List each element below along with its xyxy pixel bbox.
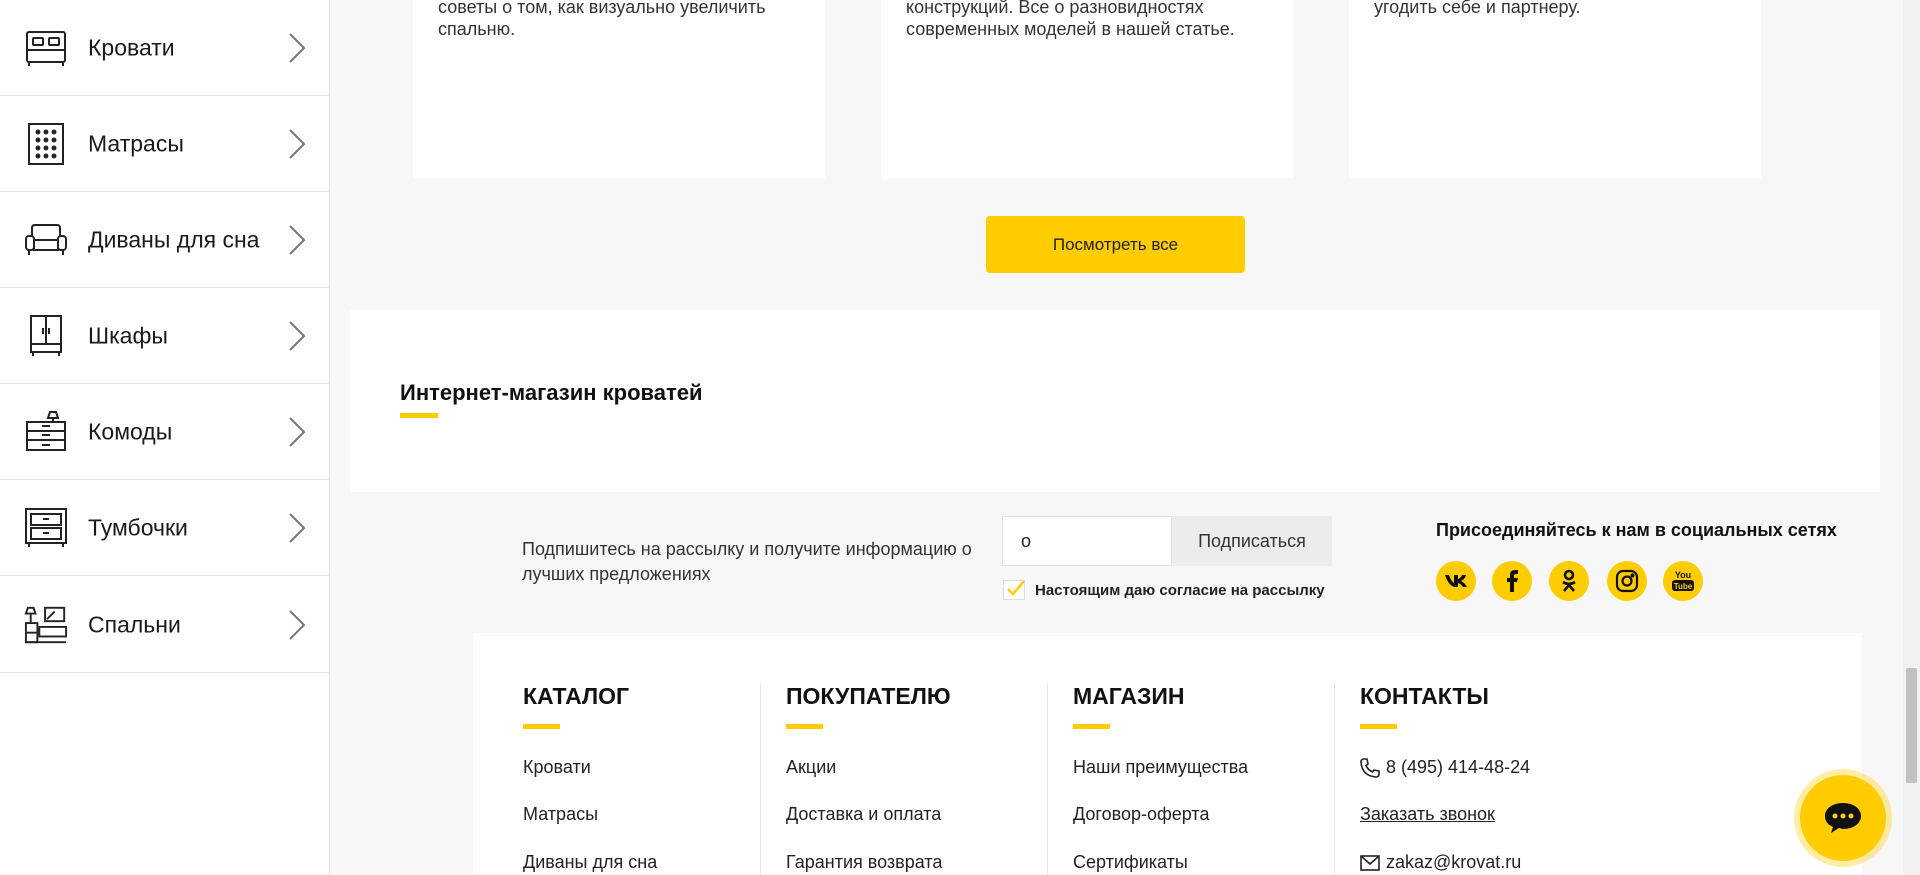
scrollbar-thumb[interactable] — [1906, 668, 1917, 783]
footer-catalog-title: КАТАЛОГ — [523, 683, 630, 709]
view-all-button[interactable]: Посмотреть все — [986, 216, 1245, 273]
consent-checkbox-row[interactable]: Настоящим даю согласие на рассылку — [1003, 580, 1325, 600]
chevron-right-icon — [289, 224, 306, 255]
vk-icon[interactable] — [1436, 561, 1476, 601]
mattress-icon — [24, 122, 68, 166]
facebook-icon[interactable] — [1492, 561, 1532, 601]
article-card[interactable]: угодить себе и партнеру. — [1349, 0, 1761, 178]
title-underline — [786, 724, 823, 729]
sidebar-item-nightstands[interactable]: Тумбочки — [0, 480, 329, 576]
sidebar-item-mattresses[interactable]: Матрасы — [0, 96, 329, 192]
sidebar-item-label: Тумбочки — [88, 514, 188, 540]
footer-link[interactable]: Договор-оферта — [1073, 804, 1209, 825]
subscribe-text: Подпишитесь на рассылку и получите инфор… — [522, 539, 972, 584]
chevron-right-icon — [289, 320, 306, 351]
bed-icon — [24, 26, 68, 70]
article-card[interactable]: советы о том, как визуально увеличить сп… — [413, 0, 825, 178]
callback-link[interactable]: Заказать звонок — [1360, 804, 1495, 825]
consent-checkbox[interactable] — [1003, 580, 1025, 600]
article-text: современных моделей в нашей статье. — [906, 19, 1235, 39]
footer-buyer-title: ПОКУПАТЕЛЮ — [786, 683, 951, 709]
svg-text:Tube: Tube — [1674, 582, 1693, 591]
footer-link[interactable]: Сертификаты — [1073, 852, 1188, 873]
phone-icon — [1360, 757, 1380, 778]
page-scrollbar[interactable] — [1903, 0, 1920, 875]
footer-link[interactable]: Акции — [786, 757, 836, 778]
odnoklassniki-icon[interactable] — [1549, 561, 1589, 601]
sidebar-item-label: Комоды — [88, 418, 173, 444]
chevron-right-icon — [289, 128, 306, 159]
footer-link[interactable]: Гарантия возврата — [786, 852, 942, 873]
chevron-right-icon — [289, 512, 306, 543]
title-underline — [523, 724, 560, 729]
phone-number: 8 (495) 414-48-24 — [1386, 757, 1531, 777]
footer-link[interactable]: Наши преимущества — [1073, 757, 1248, 778]
sidebar-item-bedrooms[interactable]: Спальни — [0, 577, 329, 673]
footer-divider — [1047, 683, 1048, 875]
footer: КАТАЛОГ Кровати Матрасы Диваны для сна П… — [473, 633, 1862, 875]
footer-link[interactable]: Доставка и оплата — [786, 804, 941, 825]
chevron-right-icon — [289, 416, 306, 447]
email-input[interactable] — [1002, 516, 1172, 566]
phone-row[interactable]: 8 (495) 414-48-24 — [1360, 757, 1530, 778]
footer-shop-title: МАГАЗИН — [1073, 683, 1185, 709]
footer-contacts-title: КОНТАКТЫ — [1360, 683, 1489, 709]
footer-link[interactable]: Диваны для сна — [523, 852, 657, 873]
article-card[interactable]: конструкций. Все о разновидностях соврем… — [881, 0, 1293, 178]
sidebar-item-label: Спальни — [88, 611, 181, 637]
sidebar-catalog: Кровати Матрасы Диваны для сна Шкафы Ком… — [0, 0, 330, 875]
footer-divider — [760, 683, 761, 875]
footer-link[interactable]: Матрасы — [523, 804, 598, 825]
bedroom-icon — [24, 603, 68, 647]
mail-icon — [1360, 854, 1380, 871]
shop-section: Интернет-магазин кроватей — [350, 310, 1880, 492]
svg-text:You: You — [1675, 570, 1691, 580]
chevron-right-icon — [289, 609, 306, 640]
sidebar-item-dressers[interactable]: Комоды — [0, 384, 329, 480]
consent-label: Настоящим даю согласие на рассылку — [1035, 581, 1325, 599]
instagram-icon[interactable] — [1607, 561, 1647, 601]
article-text: угодить себе и партнеру. — [1374, 0, 1581, 17]
sidebar-item-label: Кровати — [88, 34, 175, 60]
social-title: Присоединяйтесь к нам в социальных сетях — [1436, 520, 1837, 540]
footer-link[interactable]: Кровати — [523, 757, 591, 778]
email-address: zakaz@krovat.ru — [1386, 852, 1522, 872]
sidebar-item-wardrobes[interactable]: Шкафы — [0, 288, 329, 384]
sidebar-item-sofas[interactable]: Диваны для сна — [0, 192, 329, 288]
chevron-right-icon — [289, 32, 306, 63]
article-text: спальню. — [438, 19, 516, 39]
article-text: советы о том, как визуально увеличить — [438, 0, 766, 17]
sidebar-item-beds[interactable]: Кровати — [0, 0, 329, 96]
email-row[interactable]: zakaz@krovat.ru — [1360, 852, 1521, 873]
subscribe-button[interactable]: Подписаться — [1172, 516, 1332, 566]
chat-button[interactable] — [1800, 775, 1886, 861]
sidebar-item-label: Матрасы — [88, 130, 184, 156]
title-underline — [400, 413, 438, 418]
nightstand-icon — [24, 506, 68, 550]
title-underline — [1073, 724, 1110, 729]
title-underline — [1360, 724, 1397, 729]
article-text: конструкций. Все о разновидностях — [906, 0, 1204, 17]
check-icon — [1007, 580, 1025, 596]
wardrobe-icon — [24, 314, 68, 358]
chat-icon — [1825, 803, 1861, 833]
section-title: Интернет-магазин кроватей — [400, 380, 703, 405]
sofa-icon — [24, 218, 68, 262]
footer-divider — [1334, 683, 1335, 875]
dresser-icon — [24, 410, 68, 454]
youtube-icon[interactable]: You Tube — [1663, 561, 1703, 601]
sidebar-item-label: Шкафы — [88, 322, 168, 348]
sidebar-item-label: Диваны для сна — [88, 226, 260, 252]
